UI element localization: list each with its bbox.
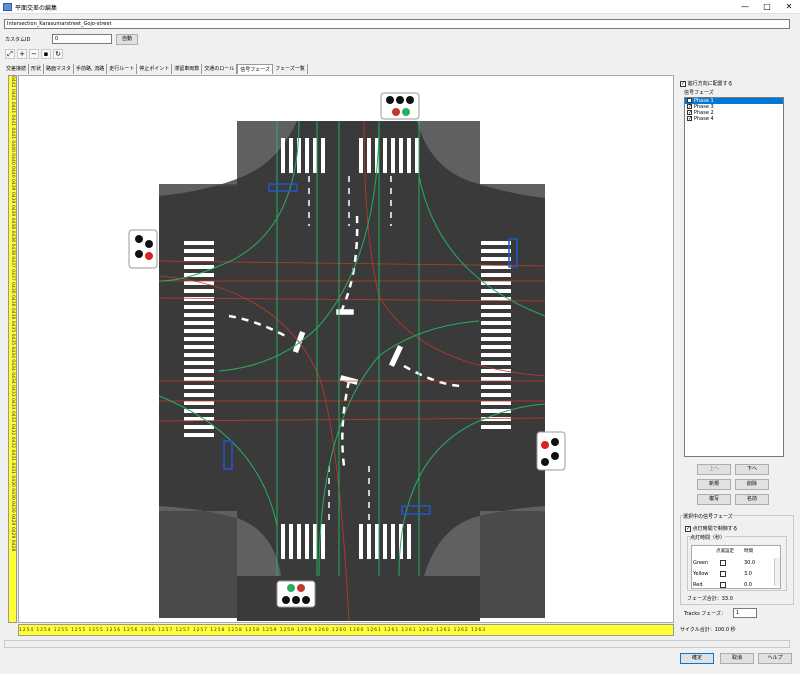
tab-8[interactable]: 信号フェーズ (237, 64, 274, 74)
place-direction-row[interactable]: ✓ 進行方向に配置する (680, 80, 733, 87)
intersection-canvas[interactable] (18, 75, 674, 623)
close-button[interactable]: ✕ (778, 1, 800, 13)
table-scrollbar[interactable] (774, 558, 780, 586)
window-title: 平面交差の編集 (15, 5, 58, 12)
help-button[interactable]: ヘルプ (758, 653, 792, 664)
phase-checkbox[interactable]: ✓ (687, 116, 692, 122)
tab-3[interactable]: 手前路, 流路 (74, 64, 108, 74)
intersection-drawing (128, 92, 566, 622)
tab-7[interactable]: 交通のロール (202, 64, 238, 74)
minimize-button[interactable]: — (734, 1, 756, 13)
copy-phase-button[interactable]: 複写 (697, 494, 731, 505)
tab-0[interactable]: 交差接続 (4, 64, 30, 74)
signal-east[interactable] (536, 431, 566, 471)
row-color-yellow: Yellow (693, 571, 709, 577)
selected-phase-group: 選択中の信号フェーズ ✓ 点灯時間で制御する 点灯時間（秒） 点滅設定 時間 G… (680, 513, 794, 605)
editor-tabs: 交差接続 形状 路面マスタ 手前路, 流路 走行ルート 停止ポイント 滞留車両数 交通のロール… (4, 64, 308, 74)
phase-list-item[interactable]: ✓ Phase 4 (685, 116, 783, 122)
row-value-red[interactable]: 0.0 (744, 582, 752, 588)
duration-group: 点灯時間（秒） 点滅設定 時間 Green 30.0 Yellow 3.0 Re… (687, 534, 787, 591)
auto-id-button[interactable]: 自動 (116, 34, 138, 45)
place-direction-checkbox[interactable]: ✓ (680, 80, 686, 87)
phase-list[interactable]: ✓ Phase 1 ✓ Phase 3 ✓ Phase 2 ✓ Phase 4 (684, 97, 784, 457)
refresh-icon[interactable]: ↻ (53, 49, 63, 59)
horizontal-scrollbar[interactable] (4, 640, 790, 648)
new-phase-button[interactable]: 新規 (697, 479, 731, 490)
row-color-green: Green (693, 560, 709, 566)
blink-setting-header: 点滅設定 (716, 549, 734, 554)
delete-phase-button[interactable]: 削除 (735, 479, 769, 490)
signal-north[interactable] (380, 92, 420, 120)
zoom-in-icon[interactable]: + (17, 49, 27, 59)
vertical-ruler: 0442 0441 0441 0441 0441 0440 0440 0440 … (8, 75, 17, 623)
phase-total: フェーズ合計：33.0 (687, 596, 733, 602)
row-value-yellow[interactable]: 3.0 (744, 571, 752, 577)
row-value-green[interactable]: 30.0 (744, 560, 755, 566)
phase-checkbox[interactable]: ✓ (687, 104, 692, 110)
phase-checkbox[interactable]: ✓ (687, 98, 692, 104)
custom-id-input[interactable]: 0 (52, 34, 112, 44)
tab-2[interactable]: 路面マスタ (44, 64, 75, 74)
place-direction-label: 進行方向に配置する (687, 81, 733, 87)
selected-phase-group-label: 選択中の信号フェーズ (683, 513, 733, 520)
tab-5[interactable]: 停止ポイント (137, 64, 173, 74)
move-down-button[interactable]: 下へ (735, 464, 769, 475)
row-color-red: Red (693, 582, 703, 588)
tab-9[interactable]: フェーズ一覧 (273, 64, 308, 74)
maximize-button[interactable]: □ (756, 1, 778, 13)
horizontal-ruler: 1254 1254 1255 1255 1255 1256 1256 1256 … (18, 624, 674, 636)
row-blink-red[interactable] (720, 582, 726, 588)
app-icon (3, 3, 12, 11)
signal-south[interactable] (276, 580, 316, 608)
phase-list-label: 信号フェーズ (684, 90, 714, 96)
row-blink-yellow[interactable] (720, 571, 726, 577)
tab-6[interactable]: 滞留車両数 (172, 64, 203, 74)
zoom-fit-icon[interactable]: ⤢ (5, 49, 15, 59)
tracks-spinner[interactable]: 1 (733, 608, 757, 618)
tab-1[interactable]: 形状 (29, 64, 45, 74)
duration-table: 点滅設定 時間 Green 30.0 Yellow 3.0 Red 0.0 (691, 545, 781, 589)
signal-west[interactable] (128, 229, 158, 269)
rename-phase-button[interactable]: 名前 (735, 494, 769, 505)
tracks-label: Tracks フェーズ： (684, 611, 727, 617)
phase-label: Phase 4 (694, 116, 714, 122)
intersection-name-field[interactable]: Intersection_Karasumarstreet_Gojo-street (4, 19, 790, 29)
move-up-button[interactable]: 上へ (697, 464, 731, 475)
custom-id-label: カスタムID (5, 37, 31, 43)
blink-control-checkbox[interactable]: ✓ (685, 525, 691, 532)
horizontal-ruler-labels: 1254 1254 1255 1255 1255 1256 1256 1256 … (19, 628, 486, 633)
time-header: 時間 (744, 549, 753, 554)
title-bar: 平面交差の編集 — □ ✕ (0, 0, 800, 14)
blink-control-label: 点灯時間で制御する (692, 526, 738, 532)
tab-4[interactable]: 走行ルート (107, 64, 138, 74)
vertical-ruler-labels: 0442 0441 0441 0441 0441 0440 0440 0440 … (10, 76, 15, 552)
save-icon[interactable]: ▪ (41, 49, 51, 59)
blink-control-row[interactable]: ✓ 点灯時間で制御する (685, 525, 738, 532)
cycle-total: サイクル合計：100.0 秒 (680, 627, 736, 633)
row-blink-green[interactable] (720, 560, 726, 566)
cancel-button[interactable]: 取消 (720, 653, 754, 664)
duration-group-label: 点灯時間（秒） (690, 534, 726, 541)
phase-checkbox[interactable]: ✓ (687, 110, 692, 116)
ok-button[interactable]: 確定 (680, 653, 714, 664)
zoom-out-icon[interactable]: − (29, 49, 39, 59)
